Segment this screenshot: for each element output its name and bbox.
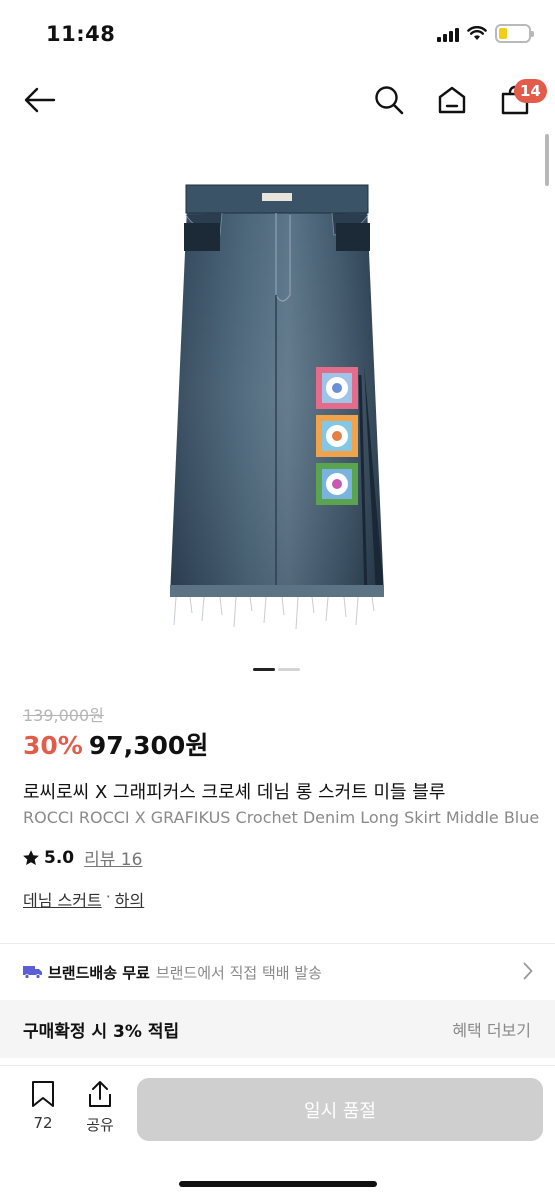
image-carousel-dots[interactable] <box>253 668 300 671</box>
carousel-dot[interactable] <box>278 668 300 671</box>
signal-icon <box>437 26 459 42</box>
star-icon <box>23 849 39 865</box>
product-title-english: ROCCI ROCCI X GRAFIKUS Crochet Denim Lon… <box>23 808 540 827</box>
back-button[interactable] <box>18 78 62 122</box>
parent-category-link[interactable]: 하의 <box>115 887 144 911</box>
denim-skirt-image <box>170 184 384 630</box>
home-indicator <box>179 1181 377 1187</box>
shipping-main-text: 브랜드배송 무료 <box>48 963 150 982</box>
rating-row: 5.0 리뷰 16 <box>22 845 142 870</box>
sale-price: 97,300원 <box>88 731 209 760</box>
benefit-more-link[interactable]: 혜택 더보기 <box>452 1017 531 1041</box>
product-image[interactable] <box>0 135 555 655</box>
chevron-right-icon <box>523 962 533 980</box>
top-navigation <box>0 70 555 130</box>
bookmark-button[interactable]: 72 <box>22 1080 64 1132</box>
status-icons <box>437 24 534 43</box>
category-breadcrumb: 데님 스커트 · 하의 <box>23 887 144 911</box>
share-icon <box>89 1081 111 1107</box>
wifi-icon <box>467 26 487 40</box>
discount-rate: 30% <box>23 731 83 760</box>
bookmark-count: 72 <box>33 1114 53 1132</box>
product-title-korean: 로씨로씨 X 그래피커스 크로셰 데님 롱 스커트 미들 블루 <box>23 782 446 803</box>
cart-count-badge: 14 <box>514 79 547 103</box>
back-arrow-icon <box>24 87 56 113</box>
rating-value: 5.0 <box>44 847 75 868</box>
bottom-action-bar: 72 공유 일시 품절 <box>0 1065 555 1200</box>
shipping-sub-text: 브랜드에서 직접 택배 발송 <box>155 963 322 982</box>
search-icon <box>375 86 404 115</box>
home-button[interactable] <box>430 78 474 122</box>
review-count-link[interactable]: 리뷰 16 <box>84 845 142 870</box>
price-row: 30% 97,300원 <box>23 726 208 762</box>
category-link[interactable]: 데님 스커트 <box>23 887 102 911</box>
divider <box>0 943 555 944</box>
status-bar: 11:48 <box>0 0 555 70</box>
benefit-text: 구매확정 시 3% 적립 <box>23 1021 180 1042</box>
search-button[interactable] <box>367 78 411 122</box>
battery-icon <box>495 24 534 43</box>
bookmark-icon <box>32 1081 54 1107</box>
carousel-dot-active[interactable] <box>253 668 275 671</box>
truck-icon <box>23 966 42 979</box>
share-button[interactable]: 공유 <box>79 1080 121 1135</box>
benefit-row: 구매확정 시 3% 적립 혜택 더보기 <box>0 1000 555 1058</box>
original-price: 139,000원 <box>23 706 104 725</box>
home-icon <box>438 86 466 114</box>
status-time: 11:48 <box>46 22 116 46</box>
share-label: 공유 <box>86 1116 114 1134</box>
soldout-button[interactable]: 일시 품절 <box>137 1078 543 1141</box>
shipping-info-row[interactable]: 브랜드배송 무료 브랜드에서 직접 택배 발송 <box>0 945 555 999</box>
category-separator: · <box>105 887 111 906</box>
